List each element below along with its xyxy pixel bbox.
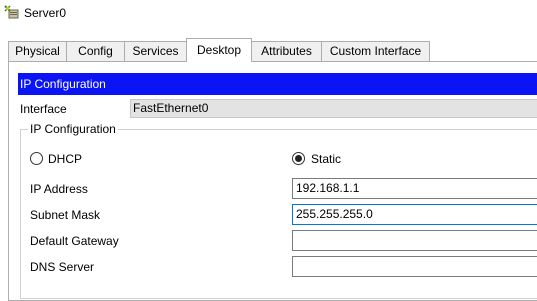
subnet-mask-input[interactable]: 255.255.255.0 bbox=[292, 204, 537, 225]
dns-server-input[interactable] bbox=[292, 256, 537, 277]
title-bar: Server0 bbox=[0, 0, 537, 28]
tab-attributes[interactable]: Attributes bbox=[251, 41, 322, 61]
interface-select[interactable]: FastEthernet0 bbox=[130, 99, 537, 118]
tab-config[interactable]: Config bbox=[66, 41, 125, 61]
ip-address-input[interactable]: 192.168.1.1 bbox=[292, 178, 537, 199]
tab-desktop[interactable]: Desktop bbox=[186, 38, 252, 62]
dhcp-radio[interactable] bbox=[30, 152, 43, 165]
dns-server-label: DNS Server bbox=[30, 260, 95, 274]
tab-bar: Physical Config Services Desktop Attribu… bbox=[0, 38, 537, 62]
static-radio[interactable] bbox=[292, 152, 305, 165]
panel-header: IP Configuration bbox=[18, 73, 537, 95]
window-title: Server0 bbox=[24, 6, 67, 20]
tab-services[interactable]: Services bbox=[124, 41, 187, 61]
static-label: Static bbox=[311, 152, 342, 166]
group-title: IP Configuration bbox=[28, 122, 118, 136]
ip-address-label: IP Address bbox=[30, 182, 88, 196]
subnet-mask-label: Subnet Mask bbox=[30, 208, 101, 222]
interface-label: Interface bbox=[20, 102, 67, 116]
tab-physical[interactable]: Physical bbox=[8, 41, 67, 61]
server-device-icon bbox=[4, 5, 19, 19]
dhcp-label: DHCP bbox=[48, 152, 83, 166]
default-gateway-input[interactable] bbox=[292, 230, 537, 251]
default-gateway-label: Default Gateway bbox=[30, 234, 119, 248]
tab-custom-interface[interactable]: Custom Interface bbox=[321, 41, 430, 61]
